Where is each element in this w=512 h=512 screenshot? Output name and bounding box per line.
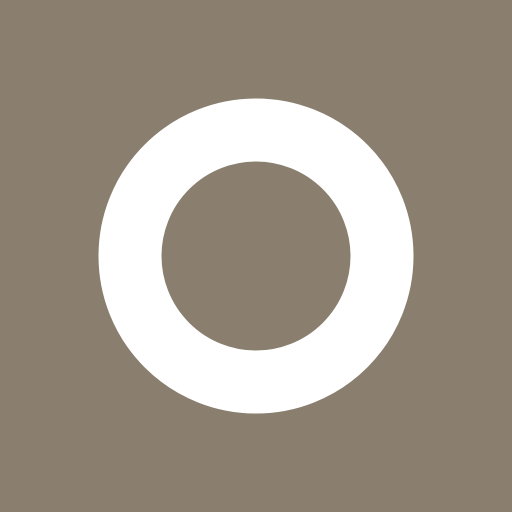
ring-shape (98, 98, 414, 414)
ring-icon (98, 98, 414, 414)
icon-canvas (0, 0, 512, 512)
